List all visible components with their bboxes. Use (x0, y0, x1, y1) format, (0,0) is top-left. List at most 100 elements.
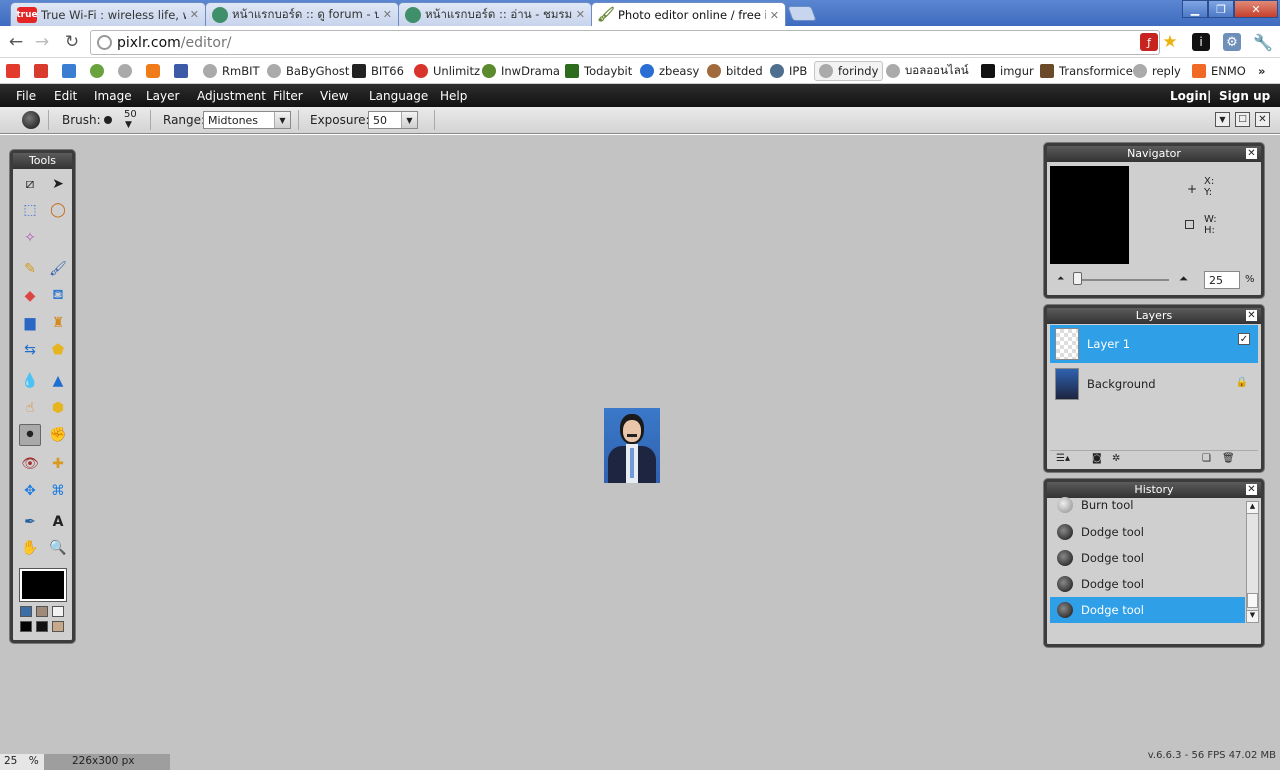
color-picker-icon[interactable]: ✒ (19, 511, 41, 533)
status-zoom[interactable]: 25 % (0, 754, 44, 770)
pencil-tool-icon[interactable]: ✎ (19, 258, 41, 280)
browser-tab-active[interactable]: 🖌 Photo editor online / free image ✕ (591, 2, 786, 27)
browser-tab[interactable]: หน้าแรกบอร์ด :: อ่าน - ชมรมคน ✕ (398, 2, 592, 26)
range-select[interactable]: Midtones ▼ (203, 111, 291, 129)
scroll-down-icon[interactable]: ▼ (1247, 610, 1258, 622)
zoom-slider-track[interactable] (1073, 279, 1169, 281)
magic-wand-icon[interactable]: ✧ (19, 227, 41, 249)
eraser-tool-icon[interactable]: ◆ (19, 285, 41, 307)
maximize-button[interactable]: ❐ (1208, 0, 1234, 18)
color-replace-icon[interactable]: ⇆ (19, 339, 41, 361)
menu-filter[interactable]: Filter (273, 89, 303, 103)
browser-tab[interactable]: true True Wi-Fi : wireless life, wireles… (10, 2, 206, 26)
menu-adjustment[interactable]: Adjustment (197, 89, 266, 103)
close-icon[interactable]: ✕ (1246, 148, 1257, 159)
extension-icon[interactable]: i (1192, 33, 1210, 51)
flash-icon[interactable]: ƒ (1140, 33, 1158, 51)
close-icon[interactable]: ✕ (1246, 310, 1257, 321)
close-icon[interactable]: ✕ (770, 9, 779, 22)
layer-name[interactable]: Background (1087, 377, 1156, 391)
scrollbar-thumb[interactable] (1247, 593, 1258, 608)
sharpen-tool-icon[interactable]: ▲ (47, 370, 69, 392)
login-link[interactable]: Login (1170, 89, 1207, 103)
zoom-slider-handle[interactable] (1073, 272, 1082, 285)
layer-visibility-checkbox[interactable]: ✓ (1238, 333, 1250, 345)
lasso-tool-icon[interactable]: ◯ (47, 199, 69, 221)
color-swatch[interactable] (52, 606, 64, 617)
spot-heal-icon[interactable]: ✚ (47, 453, 69, 475)
collapse-button[interactable]: ▼ (1215, 112, 1230, 127)
reload-button[interactable]: ↻ (62, 32, 82, 52)
sponge-tool-icon[interactable]: ⬢ (47, 397, 69, 419)
brush-preview-icon[interactable] (104, 116, 112, 124)
bookmark-item[interactable] (174, 61, 193, 81)
minimize-button[interactable]: ▁ (1182, 0, 1208, 18)
trash-icon[interactable]: 🗑 (1222, 453, 1235, 464)
pinch-tool-icon[interactable]: ⌘ (47, 480, 69, 502)
close-editor-button[interactable]: ✕ (1255, 112, 1270, 127)
bookmark-item[interactable]: ENMO (1192, 61, 1246, 81)
layer-row[interactable]: Layer 1 ✓ (1050, 325, 1258, 363)
browser-tab[interactable]: หน้าแรกบอร์ด :: ดู forum - บอร์ด ✕ (205, 2, 399, 26)
crop-tool-icon[interactable]: ⧄ (19, 173, 41, 195)
new-layer-icon[interactable]: ❏ (1202, 453, 1211, 464)
history-scrollbar[interactable]: ▲ ▼ (1246, 501, 1259, 623)
bookmark-item[interactable] (62, 61, 81, 81)
bookmark-item[interactable]: Transformice (1040, 61, 1133, 81)
marquee-tool-icon[interactable]: ⬚ (19, 199, 41, 221)
menu-image[interactable]: Image (94, 89, 132, 103)
layer-mask-icon[interactable]: ◙ (1092, 453, 1102, 464)
bookmark-item[interactable] (90, 61, 109, 81)
bookmark-item[interactable]: InwDrama (482, 61, 560, 81)
chevron-down-icon[interactable]: ▼ (274, 112, 290, 128)
color-swatch[interactable] (20, 606, 32, 617)
fullscreen-button[interactable]: □ (1235, 112, 1250, 127)
bookmark-item[interactable]: บอลออนไลน์ (886, 61, 969, 81)
menu-layer[interactable]: Layer (146, 89, 179, 103)
back-button[interactable]: ← (6, 32, 26, 52)
address-bar[interactable]: pixlr.com/editor/ (90, 30, 1160, 55)
chevron-down-icon[interactable]: ▼ (401, 112, 417, 128)
exposure-select[interactable]: 50 ▼ (368, 111, 418, 129)
forward-button[interactable]: → (32, 32, 52, 52)
type-tool-icon[interactable]: A (47, 511, 69, 533)
color-swatch[interactable] (36, 621, 48, 632)
red-eye-tool-icon[interactable]: 👁 (19, 453, 41, 475)
bookmark-item[interactable]: imgur (981, 61, 1034, 81)
bloat-tool-icon[interactable]: ✥ (19, 480, 41, 502)
bookmark-item[interactable] (6, 61, 25, 81)
close-icon[interactable]: ✕ (1246, 484, 1257, 495)
bookmark-item[interactable]: BaByGhost (267, 61, 349, 81)
brush-tool-icon[interactable]: 🖌 (47, 258, 69, 280)
extension-gear-icon[interactable]: ⚙ (1223, 33, 1241, 51)
bookmark-item[interactable]: Unlimitz (414, 61, 480, 81)
zoom-input[interactable]: 25 (1204, 271, 1240, 289)
zoom-tool-icon[interactable]: 🔍 (47, 537, 69, 559)
chevron-down-icon[interactable]: ▼ (125, 120, 132, 130)
bookmark-item[interactable]: Todaybit (565, 61, 632, 81)
menu-language[interactable]: Language (369, 89, 428, 103)
history-item[interactable]: Dodge tool (1050, 545, 1245, 571)
hand-tool-icon[interactable]: ✋ (19, 537, 41, 559)
navigator-thumbnail[interactable] (1050, 166, 1129, 264)
smudge-tool-icon[interactable]: ☝ (19, 397, 41, 419)
zoom-in-icon[interactable]: ⏶ (1179, 272, 1188, 286)
wrench-icon[interactable]: 🔧 (1253, 33, 1273, 52)
layer-row[interactable]: Background 🔒 (1050, 365, 1258, 403)
editor-workspace[interactable]: Tools ⧄ ➤ ⬚ ◯ ✧ ✎ 🖌 ◆ ⛾ ▆ ♜ ⇆ ⬟ 💧 ▲ ☝ ⬢ … (0, 135, 1280, 754)
bookmark-item[interactable]: bitded (707, 61, 763, 81)
color-swatch[interactable] (36, 606, 48, 617)
bookmark-item[interactable] (118, 61, 137, 81)
window-close-button[interactable]: ✕ (1234, 0, 1278, 18)
canvas-image[interactable] (604, 408, 660, 483)
layer-name[interactable]: Layer 1 (1087, 337, 1130, 351)
bookmark-item[interactable] (146, 61, 165, 81)
bookmark-item[interactable]: BIT66 (352, 61, 404, 81)
history-item[interactable]: Dodge tool (1050, 519, 1245, 545)
color-swatch[interactable] (20, 621, 32, 632)
menu-view[interactable]: View (320, 89, 348, 103)
blur-tool-icon[interactable]: 💧 (19, 370, 41, 392)
layer-settings-icon[interactable]: ☰▴ (1056, 453, 1070, 464)
star-icon[interactable]: ★ (1161, 32, 1179, 52)
paint-bucket-icon[interactable]: ⛾ (47, 285, 69, 307)
